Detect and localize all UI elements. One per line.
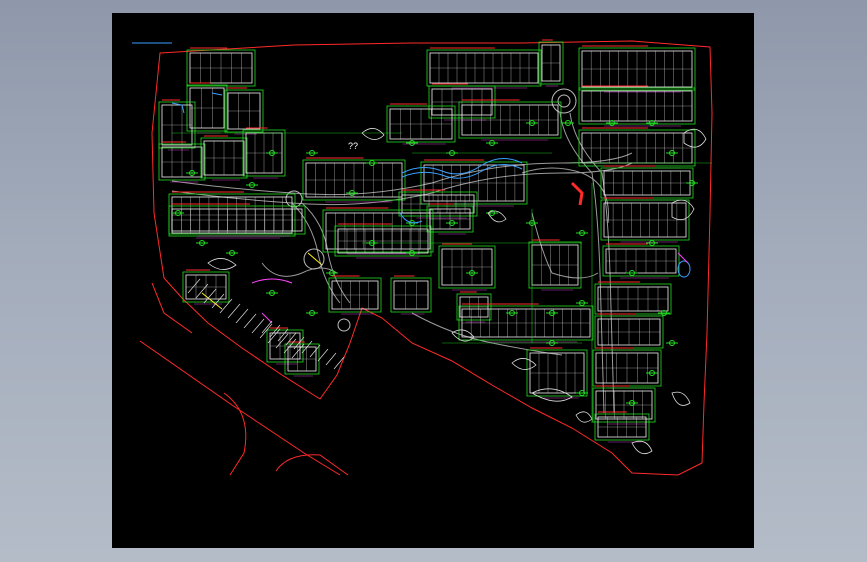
building-block bbox=[602, 243, 680, 279]
building-block bbox=[186, 47, 256, 89]
building-block bbox=[390, 275, 432, 315]
building-block bbox=[186, 82, 228, 134]
building-block bbox=[578, 127, 696, 169]
cad-viewport[interactable]: ?? bbox=[112, 13, 754, 548]
building-block bbox=[200, 135, 248, 181]
building-block bbox=[284, 341, 320, 377]
building-block bbox=[458, 303, 594, 343]
drawing-label: ?? bbox=[348, 141, 358, 151]
building-block bbox=[594, 313, 664, 351]
building-block bbox=[458, 99, 562, 141]
building-block bbox=[526, 347, 588, 399]
building-block bbox=[438, 243, 496, 291]
building-block bbox=[322, 207, 434, 255]
building-block bbox=[224, 87, 264, 135]
building-block bbox=[426, 203, 474, 235]
building-block bbox=[528, 239, 582, 291]
building-block bbox=[386, 103, 456, 145]
building-block bbox=[242, 127, 286, 179]
building-blocks bbox=[158, 39, 696, 443]
building-block bbox=[600, 165, 694, 201]
building-block bbox=[302, 157, 406, 203]
building-block bbox=[578, 45, 696, 93]
building-block bbox=[426, 47, 542, 89]
building-block bbox=[538, 39, 564, 87]
building-block bbox=[600, 197, 690, 243]
building-block bbox=[594, 281, 672, 317]
building-block bbox=[168, 203, 306, 237]
site-plan-drawing[interactable]: ?? bbox=[112, 13, 754, 548]
building-block bbox=[594, 411, 650, 443]
building-block bbox=[182, 269, 230, 305]
